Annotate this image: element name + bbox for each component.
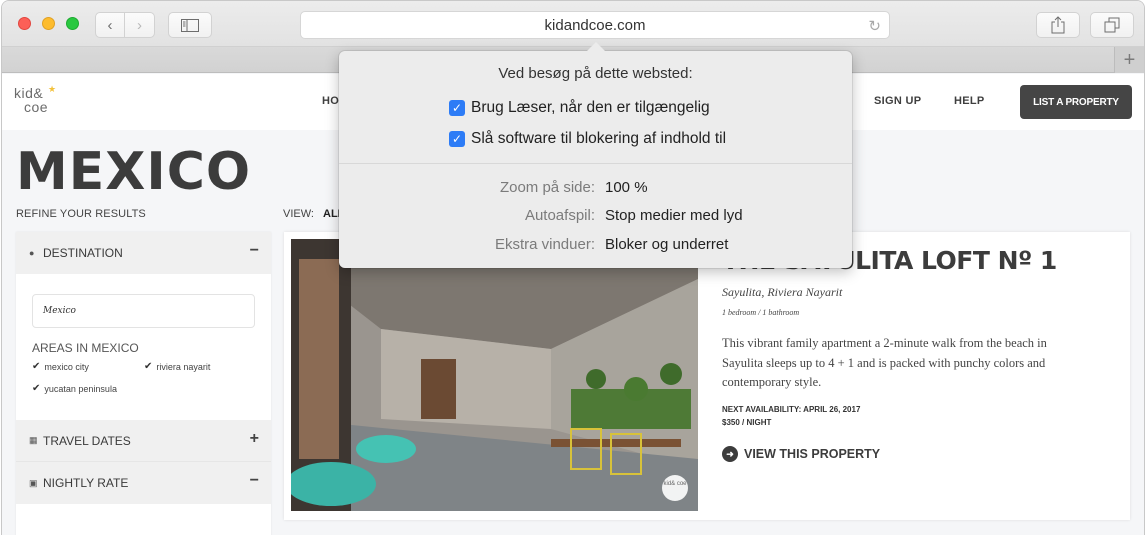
view-label: VIEW:: [283, 208, 314, 220]
site-logo[interactable]: kid& coe ★: [14, 84, 58, 120]
expand-icon[interactable]: +: [250, 430, 259, 448]
collapse-icon[interactable]: −: [250, 472, 259, 490]
autoplay-label: Autoafspil:: [524, 207, 595, 224]
areas-title: AREAS IN MEXICO: [32, 341, 139, 355]
filter-destination-header[interactable]: ● DESTINATION −: [16, 232, 271, 274]
destination-input[interactable]: Mexico: [32, 294, 255, 328]
checkmark-icon: ✔: [32, 383, 41, 394]
filter-travel-dates-header[interactable]: ▦ TRAVEL DATES +: [16, 420, 271, 462]
page-title: MEXICO: [16, 142, 252, 202]
browser-toolbar: ‹ › kidandcoe.com ↻: [2, 1, 1144, 47]
filter-nightly-rate-header[interactable]: ▣ NIGHTLY RATE −: [16, 462, 271, 504]
chevron-left-icon: ‹: [107, 16, 113, 34]
photo-logo-badge: kid& coe: [662, 475, 688, 501]
use-reader-checkbox[interactable]: ✓ Brug Læser, når den er tilgængelig: [449, 99, 710, 117]
page-zoom-select[interactable]: 100 %: [605, 179, 648, 196]
listing-photo[interactable]: kid& coe: [291, 239, 698, 511]
checkmark-icon: ✔: [32, 361, 41, 372]
plus-icon: +: [1123, 48, 1136, 71]
popover-arrow: [586, 42, 606, 52]
popup-windows-label: Ekstra vinduer:: [494, 236, 595, 253]
nav-help-link[interactable]: HELP: [954, 95, 985, 107]
minimize-window-button[interactable]: [42, 17, 55, 30]
property-price: $350 / NIGHT: [722, 418, 772, 427]
globe-icon: ●: [29, 248, 35, 258]
chevron-right-icon: ›: [137, 16, 142, 34]
area-checkbox-yucatan-peninsula[interactable]: ✔ yucatan peninsula: [32, 383, 117, 394]
money-icon: ▣: [29, 477, 38, 488]
share-icon: [1051, 16, 1065, 34]
forward-button[interactable]: ›: [125, 12, 155, 38]
sidebar-toggle-button[interactable]: [168, 12, 212, 38]
tabs-overview-icon: [1104, 17, 1120, 33]
content-blockers-checkbox[interactable]: ✓ Slå software til blokering af indhold …: [449, 130, 726, 148]
zoom-window-button[interactable]: [66, 17, 79, 30]
listing-card: kid& coe THE SAYULITA LOFT Nº 1 Sayulita…: [284, 232, 1130, 520]
property-location: Sayulita, Riviera Nayarit: [722, 285, 843, 299]
collapse-icon[interactable]: −: [250, 242, 259, 260]
filter-panel: ● DESTINATION − Mexico AREAS IN MEXICO ✔…: [16, 232, 271, 535]
popover-divider: [339, 163, 852, 164]
property-rooms: 1 bedroom / 1 bathroom: [722, 308, 800, 317]
autoplay-select[interactable]: Stop medier med lyd: [605, 207, 743, 224]
checkbox-checked-icon: ✓: [449, 131, 465, 147]
popup-windows-select[interactable]: Bloker og underret: [605, 236, 728, 253]
list-property-button[interactable]: LIST A PROPERTY: [1020, 85, 1132, 119]
view-property-link[interactable]: ➜ VIEW THIS PROPERTY: [722, 446, 880, 462]
nav-sign-up-link[interactable]: SIGN UP: [874, 95, 921, 107]
url-text: kidandcoe.com: [544, 16, 646, 34]
loft-interior-image: [291, 239, 698, 511]
nav-home-link[interactable]: HO: [322, 95, 339, 107]
address-bar[interactable]: kidandcoe.com ↻: [300, 11, 890, 39]
popover-title: Ved besøg på dette websted:: [498, 65, 693, 82]
close-window-button[interactable]: [18, 17, 31, 30]
share-button[interactable]: [1036, 12, 1080, 38]
new-tab-button[interactable]: +: [1114, 47, 1144, 73]
reload-icon[interactable]: ↻: [868, 17, 881, 35]
refine-results-label: REFINE YOUR RESULTS: [16, 208, 146, 220]
back-button[interactable]: ‹: [95, 12, 125, 38]
property-description: This vibrant family apartment a 2-minute…: [722, 336, 1047, 389]
sidebar-icon: [181, 18, 199, 32]
page-zoom-label: Zoom på side:: [499, 179, 595, 196]
website-settings-popover: Ved besøg på dette websted: ✓ Brug Læser…: [339, 42, 852, 268]
star-icon: ★: [48, 84, 57, 94]
calendar-icon: ▦: [29, 435, 38, 445]
property-availability: NEXT AVAILABILITY: APRIL 26, 2017: [722, 405, 861, 414]
area-checkbox-riviera-nayarit[interactable]: ✔ riviera nayarit: [144, 361, 210, 372]
arrow-right-circle-icon: ➜: [722, 446, 738, 462]
checkbox-checked-icon: ✓: [449, 100, 465, 116]
browser-window: ‹ › kidandcoe.com ↻ + kid& coe ★ HO SIGN…: [1, 0, 1145, 535]
checkmark-icon: ✔: [144, 361, 153, 372]
show-all-tabs-button[interactable]: [1090, 12, 1134, 38]
area-checkbox-mexico-city[interactable]: ✔ mexico city: [32, 361, 89, 372]
